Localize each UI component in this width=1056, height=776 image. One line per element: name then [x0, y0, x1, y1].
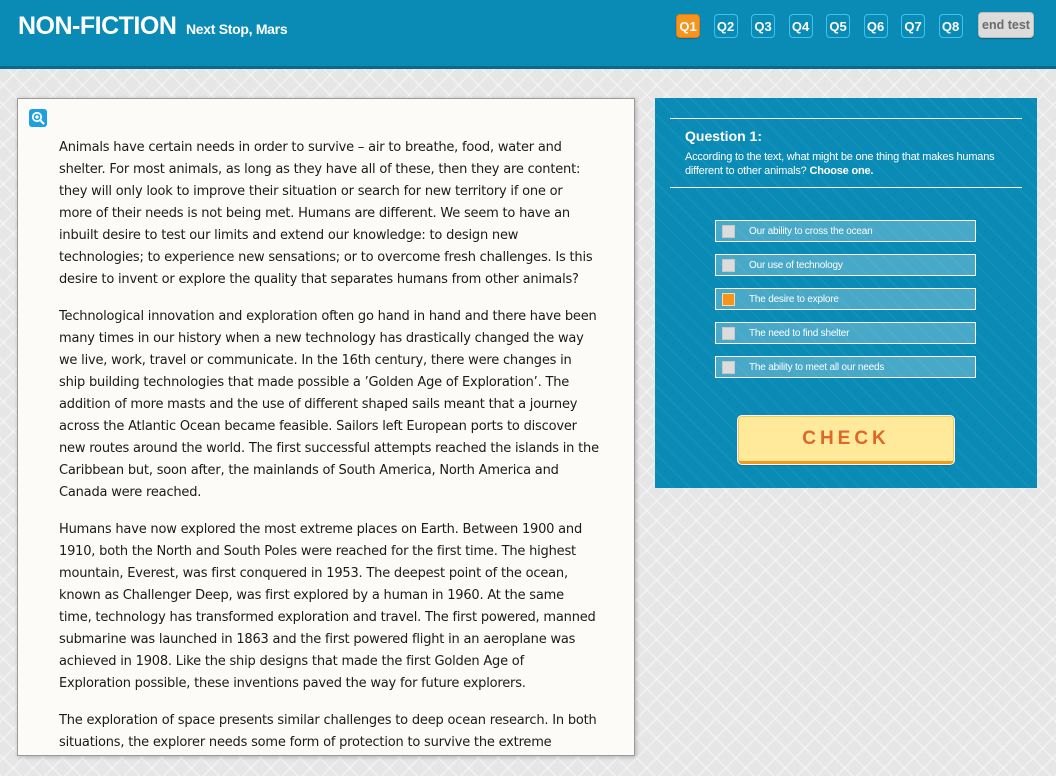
end-test-button[interactable]: end test: [978, 12, 1034, 38]
question-title: Question 1:: [685, 128, 763, 144]
checkbox[interactable]: [722, 326, 735, 340]
check-button[interactable]: CHECK: [738, 416, 954, 464]
checkbox[interactable]: [722, 224, 735, 238]
answer-option-2[interactable]: Our use of technology: [715, 254, 976, 276]
question-prompt: According to the text, what might be one…: [685, 150, 1022, 178]
question-tab-1[interactable]: Q1: [676, 14, 700, 38]
question-tab-7[interactable]: Q7: [901, 14, 925, 38]
answer-option-1[interactable]: Our ability to cross the ocean: [715, 220, 976, 242]
passage-text: Animals have certain needs in order to s…: [59, 137, 599, 755]
question-tab-6[interactable]: Q6: [863, 14, 888, 38]
question-instruction: Choose one.: [809, 165, 874, 177]
answer-option-5[interactable]: The ability to meet all our needs: [715, 356, 976, 378]
question-tab-8[interactable]: Q8: [938, 14, 963, 38]
answer-options: Our ability to cross the ocean Our use o…: [715, 220, 976, 390]
answer-option-4[interactable]: The need to find shelter: [715, 322, 976, 344]
question-panel: Question 1: According to the text, what …: [655, 98, 1037, 488]
question-tab-3[interactable]: Q3: [751, 14, 775, 38]
passage-panel[interactable]: Animals have certain needs in order to s…: [17, 98, 635, 756]
question-navigation: Q1 Q2 Q3 Q4 Q5 Q6 Q7 Q8 end test: [676, 12, 1034, 39]
answer-option-label: The desire to explore: [749, 293, 839, 305]
text-title: Next Stop, Mars: [186, 21, 288, 37]
question-tab-2[interactable]: Q2: [713, 14, 738, 38]
passage-paragraph: The exploration of space presents simila…: [59, 713, 597, 750]
answer-option-label: The ability to meet all our needs: [749, 361, 885, 373]
top-bar: NON-FICTION Next Stop, Mars Q1 Q2 Q3 Q4 …: [0, 0, 1056, 69]
question-tab-5[interactable]: Q5: [826, 14, 850, 38]
passage-paragraph: Animals have certain needs in order to s…: [59, 140, 593, 287]
question-header: Question 1: According to the text, what …: [670, 118, 1022, 188]
answer-option-label: The need to find shelter: [749, 327, 850, 339]
checkbox-selected[interactable]: [722, 292, 735, 306]
question-tab-4[interactable]: Q4: [788, 14, 813, 38]
passage-paragraph: Humans have now explored the most extrem…: [59, 522, 596, 691]
checkbox[interactable]: [722, 360, 735, 374]
answer-option-label: Our use of technology: [749, 259, 843, 271]
answer-option-3[interactable]: The desire to explore: [715, 288, 976, 310]
zoom-in-icon[interactable]: [29, 109, 47, 127]
passage-paragraph: Technological innovation and exploration…: [59, 309, 599, 500]
answer-option-label: Our ability to cross the ocean: [749, 225, 873, 237]
section-title: NON-FICTION: [18, 12, 177, 40]
checkbox[interactable]: [722, 258, 735, 272]
